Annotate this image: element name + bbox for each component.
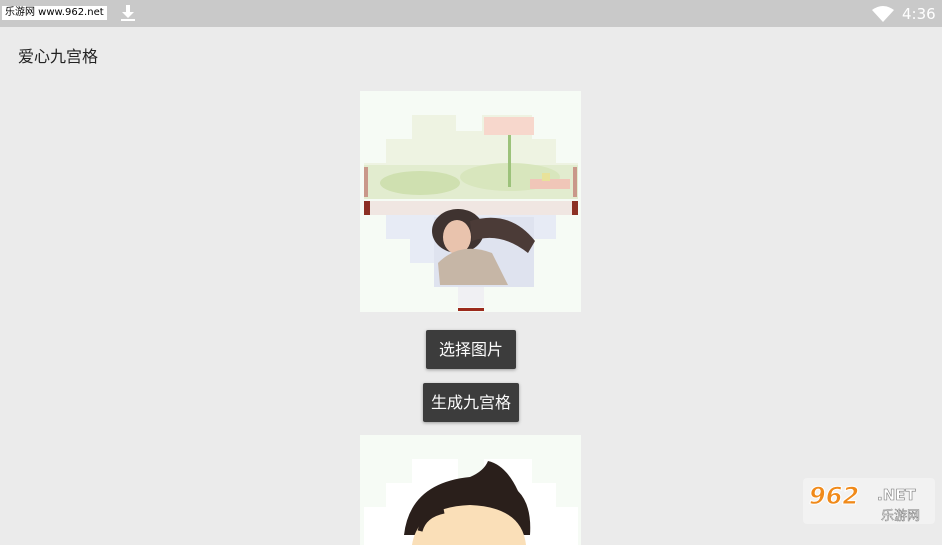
select-image-button[interactable]: 选择图片 (426, 330, 516, 369)
svg-text:乐游网: 乐游网 (881, 509, 920, 524)
svg-text:.NET: .NET (877, 486, 916, 504)
site-logo: 962 .NET 乐游网 (803, 478, 935, 524)
cartoon-collage-image (360, 435, 581, 545)
status-bar: 乐游网 www.962.net 4:36 (0, 0, 942, 27)
wifi-icon (872, 6, 894, 22)
heart-grid-preview (360, 91, 581, 312)
generate-grid-button[interactable]: 生成九宫格 (423, 383, 519, 422)
watermark-text: 乐游网 www.962.net (2, 6, 107, 20)
svg-text:962: 962 (809, 482, 859, 510)
page-title: 爱心九宫格 (18, 47, 99, 66)
heart-collage-image (360, 91, 581, 312)
logo-graphic: 962 .NET 乐游网 (803, 478, 935, 524)
download-icon (121, 5, 135, 21)
grid-result-preview (360, 435, 581, 545)
status-time: 4:36 (902, 5, 936, 23)
